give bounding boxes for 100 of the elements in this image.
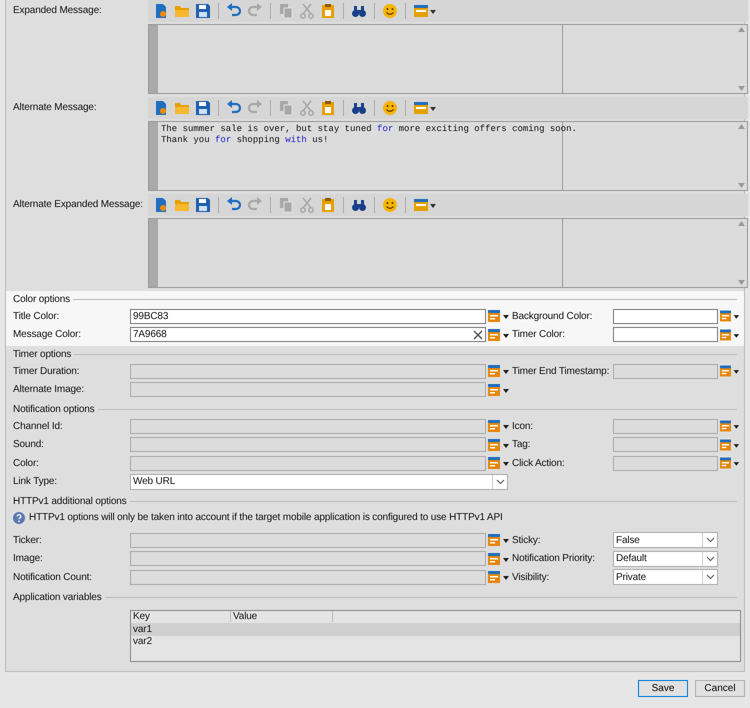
picker-button[interactable] — [486, 532, 512, 548]
picker-button[interactable] — [718, 308, 740, 324]
field-label: Background Color: — [512, 310, 594, 322]
undo-icon[interactable] — [226, 3, 242, 19]
save-icon[interactable] — [195, 3, 211, 19]
picker-button[interactable] — [486, 326, 512, 343]
field-menu-icon — [488, 552, 510, 566]
picker-button[interactable] — [718, 363, 740, 380]
table-row[interactable]: var2 — [131, 636, 740, 648]
text-field[interactable] — [613, 308, 718, 324]
scroll-down-icon[interactable] — [738, 86, 745, 91]
code-line: Thank you for shopping with us! — [161, 135, 328, 146]
dialog-button[interactable]: Save — [638, 680, 688, 696]
help-icon — [13, 512, 25, 524]
field-label: Notification Priority: — [512, 553, 596, 564]
picker-button[interactable] — [486, 569, 512, 586]
clear-icon[interactable] — [473, 330, 483, 340]
binoculars-icon[interactable] — [351, 197, 367, 213]
field-menu-icon — [720, 328, 740, 342]
picker-button[interactable] — [486, 382, 512, 398]
picker-button[interactable] — [718, 436, 740, 453]
field-menu-icon — [720, 438, 740, 452]
field-label: Image: — [13, 553, 44, 564]
field-label: Notification Count: — [13, 572, 93, 583]
field-label: Alternate Image: — [13, 384, 85, 396]
scroll-up-icon[interactable] — [738, 221, 745, 226]
field-label: Timer Color: — [512, 329, 566, 340]
table-row[interactable]: var1 — [131, 623, 740, 636]
column-header[interactable]: Value — [231, 611, 333, 622]
picker-button[interactable] — [486, 363, 512, 380]
field-label: Color: — [13, 458, 40, 469]
field-label: Channel Id: — [13, 420, 64, 432]
chevron-icon — [706, 574, 714, 580]
text-editor[interactable] — [148, 218, 748, 288]
scrollbar[interactable] — [736, 219, 747, 287]
smiley-icon[interactable] — [382, 197, 398, 213]
new-document-icon[interactable] — [153, 3, 169, 19]
scrollbar[interactable] — [736, 25, 747, 93]
picker-button[interactable] — [486, 436, 512, 453]
editor-gutter — [149, 122, 158, 190]
field-label: Timer Duration: — [13, 366, 80, 377]
chevron-icon — [496, 478, 504, 485]
dropdown[interactable]: Web URL — [130, 474, 508, 490]
clipboard-icon[interactable] — [320, 197, 336, 213]
field-label: Visibility: — [512, 572, 550, 583]
text-field[interactable] — [613, 327, 718, 342]
dropdown[interactable]: Private — [613, 569, 718, 586]
editor-gutter — [149, 25, 158, 93]
save-icon[interactable] — [195, 100, 211, 116]
field-menu-icon — [488, 419, 510, 434]
field-label: Expanded Message: — [13, 4, 103, 18]
dropdown[interactable]: Default — [613, 550, 718, 567]
clipboard-icon[interactable] — [320, 100, 336, 116]
column-header[interactable]: Key — [131, 611, 231, 622]
picker-button[interactable] — [486, 308, 512, 324]
new-document-icon[interactable] — [153, 100, 169, 116]
field-menu-icon — [720, 419, 740, 434]
text-field[interactable]: 7A9668 — [130, 327, 486, 342]
save-icon[interactable] — [195, 197, 211, 213]
undo-icon[interactable] — [226, 197, 242, 213]
text-editor[interactable] — [148, 24, 748, 94]
text-editor[interactable]: The summer sale is over, but stay tuned for more exciting offers coming soon. Thank you for shopping with us! — [148, 121, 748, 191]
text-field[interactable]: 99BC83 — [130, 308, 486, 324]
field-menu-icon — [488, 382, 510, 397]
smiley-icon[interactable] — [382, 3, 398, 19]
field-label: Sound: — [13, 439, 45, 450]
field-menu-icon — [488, 570, 510, 584]
field-label: Title Color: — [13, 310, 60, 322]
binoculars-icon[interactable] — [351, 3, 367, 19]
insert-field-icon[interactable] — [413, 100, 437, 116]
section-title: Color options — [13, 294, 70, 305]
scrollbar[interactable] — [736, 122, 747, 190]
insert-field-icon[interactable] — [413, 197, 437, 213]
picker-button[interactable] — [486, 418, 512, 434]
field-menu-icon — [720, 456, 740, 470]
field-label: Message Color: — [13, 329, 82, 340]
info-note: HTTPv1 options will only be taken into account if the target mobile application is configured to use HTTPv1 API — [29, 512, 503, 523]
smiley-icon[interactable] — [382, 100, 398, 116]
binoculars-icon[interactable] — [351, 100, 367, 116]
picker-button[interactable] — [718, 455, 740, 472]
picker-button[interactable] — [718, 418, 740, 434]
scroll-up-icon[interactable] — [738, 124, 745, 129]
scroll-down-icon[interactable] — [738, 280, 745, 285]
chevron-icon — [706, 556, 714, 562]
field-label: Alternate Expanded Message: — [13, 198, 144, 212]
section-title: HTTPv1 additional options — [13, 496, 127, 507]
clipboard-icon[interactable] — [320, 3, 336, 19]
picker-button[interactable] — [718, 326, 740, 343]
dialog-button[interactable]: Cancel — [695, 680, 745, 696]
dropdown[interactable]: False — [613, 532, 718, 548]
insert-field-icon[interactable] — [413, 3, 437, 19]
new-document-icon[interactable] — [153, 197, 169, 213]
picker-button[interactable] — [486, 550, 512, 567]
undo-icon[interactable] — [226, 100, 242, 116]
scroll-down-icon[interactable] — [738, 183, 745, 188]
field-label: Ticker: — [13, 534, 43, 546]
scroll-up-icon[interactable] — [738, 27, 745, 32]
picker-button[interactable] — [486, 455, 512, 472]
chevron-icon — [706, 537, 714, 544]
code-line: The summer sale is over, but stay tuned for more exciting offers coming soon. — [161, 124, 577, 135]
